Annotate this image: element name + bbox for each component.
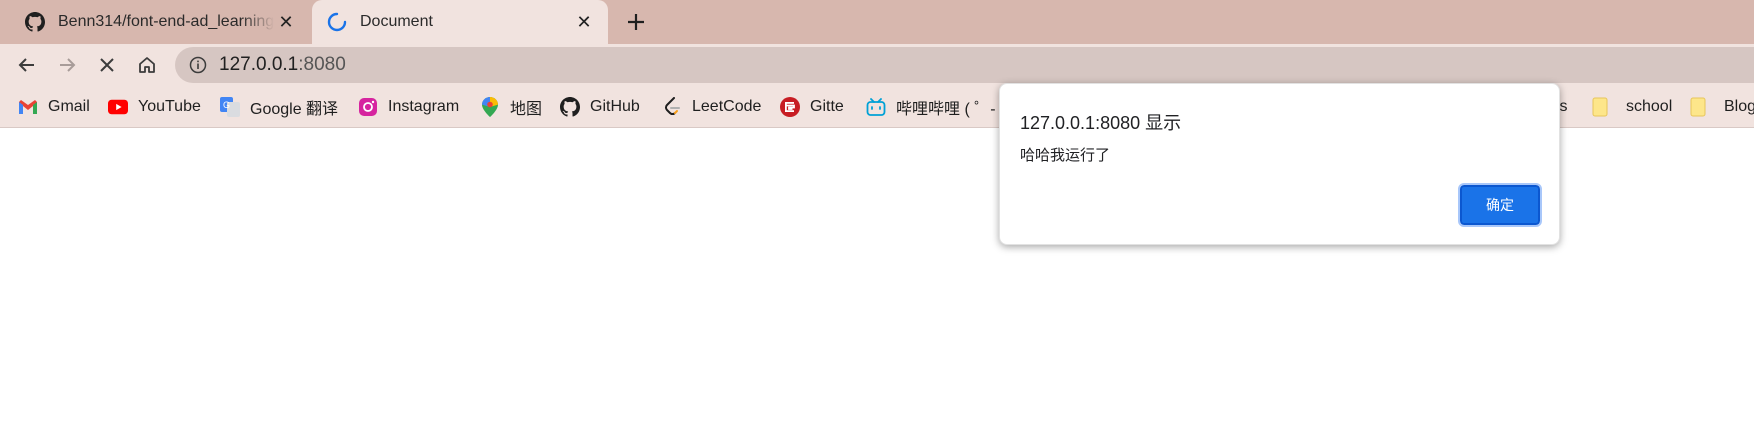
github-icon	[24, 11, 46, 33]
bookmark-label: Instagram	[388, 98, 460, 115]
gmail-icon	[18, 97, 38, 117]
github-icon	[560, 97, 580, 117]
bookmark-github[interactable]: GitHub	[560, 86, 640, 128]
bookmark-google-translate[interactable]: G Google 翻译	[220, 86, 338, 128]
bookmark-label: Gitte	[810, 98, 844, 115]
bookmark-folder-school[interactable]: school	[1590, 86, 1672, 128]
gitee-icon	[780, 97, 800, 117]
plus-icon	[628, 14, 644, 30]
instagram-icon	[358, 97, 378, 117]
bookmark-leetcode[interactable]: LeetCode	[662, 86, 761, 128]
loading-spinner-icon	[326, 11, 348, 33]
bookmark-bilibili[interactable]: 哔哩哔哩 ( ゜- ゜	[866, 86, 998, 128]
dialog-title: 127.0.0.1:8080 显示	[1020, 113, 1182, 133]
dialog-message: 哈哈我运行了	[1020, 147, 1111, 164]
bookmark-label: 哔哩哔哩 ( ゜- ゜	[896, 101, 998, 118]
bookmark-youtube[interactable]: YouTube	[108, 86, 201, 128]
bookmark-instagram[interactable]: Instagram	[358, 86, 459, 128]
folder-icon	[1688, 97, 1708, 117]
info-icon[interactable]	[189, 56, 207, 74]
bookmark-label: 地图	[510, 101, 543, 118]
forward-button[interactable]	[52, 50, 82, 80]
google-translate-icon: G	[220, 97, 240, 117]
url-host: 127.0.0.1	[219, 54, 299, 75]
arrow-left-icon	[18, 58, 34, 72]
close-icon[interactable]: ✕	[572, 10, 596, 34]
home-icon	[139, 57, 155, 73]
tab-document[interactable]: Document ✕	[312, 0, 608, 44]
folder-icon	[1590, 97, 1610, 117]
tab-strip: Benn314/font-end-ad_learning ✕ Document …	[0, 0, 1754, 44]
new-tab-button[interactable]	[622, 8, 650, 36]
alert-dialog: 127.0.0.1:8080 显示 哈哈我运行了 确定	[999, 83, 1560, 245]
url-text: 127.0.0.1:8080	[219, 54, 346, 76]
bookmark-label: GitHub	[590, 98, 640, 115]
bookmark-label: LeetCode	[692, 98, 762, 115]
bookmark-gmail[interactable]: Gmail	[18, 86, 90, 128]
maps-icon	[480, 97, 500, 117]
browser-toolbar: 127.0.0.1:8080	[0, 44, 1754, 86]
bookmark-label: school	[1626, 98, 1673, 115]
leetcode-icon	[662, 97, 682, 117]
back-button[interactable]	[12, 50, 42, 80]
tab-title: Benn314/font-end-ad_learning	[58, 13, 274, 30]
stop-loading-button[interactable]	[92, 50, 122, 80]
arrow-right-icon	[60, 58, 76, 72]
bookmark-label: Blog	[1724, 98, 1754, 115]
bilibili-icon	[866, 97, 886, 117]
svg-text:G: G	[223, 100, 230, 110]
tab-github-repo[interactable]: Benn314/font-end-ad_learning ✕	[10, 0, 310, 44]
bookmark-maps[interactable]: 地图	[480, 86, 542, 128]
bookmark-gitee[interactable]: Gitte	[780, 86, 844, 128]
url-port: :8080	[298, 54, 346, 75]
bookmark-label: Google 翻译	[250, 101, 339, 118]
close-icon[interactable]: ✕	[274, 10, 298, 34]
youtube-icon	[108, 97, 128, 117]
bookmark-folder-blog[interactable]: Blog	[1688, 86, 1754, 128]
stop-icon	[100, 58, 114, 72]
address-bar[interactable]: 127.0.0.1:8080	[175, 47, 1754, 83]
tab-title: Document	[360, 13, 433, 30]
home-button[interactable]	[132, 50, 162, 80]
ok-button[interactable]: 确定	[1458, 183, 1542, 227]
bookmark-label: YouTube	[138, 98, 201, 115]
bookmark-label: Gmail	[48, 98, 90, 115]
